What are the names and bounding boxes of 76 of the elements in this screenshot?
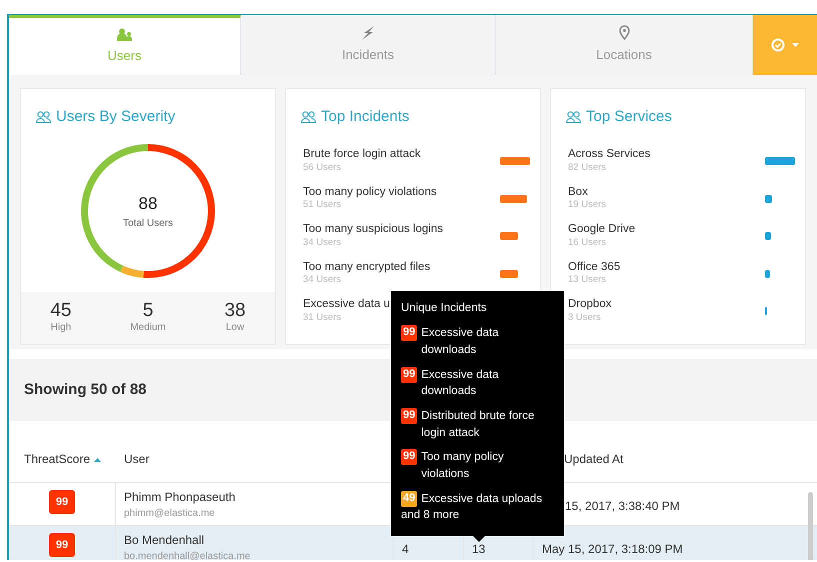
pin-icon (618, 25, 630, 40)
caret-icon (792, 43, 799, 47)
users-icon (301, 111, 316, 124)
threat-score-badge: 99 (49, 533, 75, 557)
score-badge: 99 (401, 366, 418, 383)
stat-value: 38 (224, 301, 246, 320)
item-name: Too many policy violations (303, 186, 437, 200)
user-count: 16 Users (568, 236, 608, 250)
item-name: Across Services (568, 148, 650, 162)
updated-at: 15, 2017, 3:38:40 PM (565, 498, 680, 515)
threat-score-badge: 99 (49, 490, 75, 514)
user-count: 19 Users (568, 199, 606, 212)
incident-name: Excessive data uploads (421, 492, 542, 507)
updated-at: May 15, 2017, 3:18:09 PM (542, 541, 683, 558)
column-header[interactable]: Updated At (564, 452, 624, 466)
table-row[interactable]: 99 Bo Mendenhall bo.mendenhall@elastica.me 4 13 May 15, 2017, 3:18:09 PM (9, 526, 817, 560)
stat-value: 45 (50, 301, 72, 320)
card-title: Top Incidents (321, 107, 410, 127)
card-title: Users By Severity (56, 107, 176, 127)
stat-label: Medium (130, 321, 166, 335)
item-name: Dropbox (568, 298, 612, 312)
card-title: Top Services (586, 107, 672, 127)
user-count: 56 Users (303, 162, 342, 174)
tooltip-title: Unique Incidents (401, 301, 488, 316)
item-name: Google Drive (568, 223, 636, 237)
bar (765, 232, 771, 240)
score-badge: 99 (401, 325, 418, 342)
item-name: Office 365 (568, 260, 620, 274)
item-name: Excessive data u (303, 298, 390, 312)
bar (765, 270, 770, 278)
bar (500, 232, 518, 240)
stat-value: 5 (142, 301, 154, 320)
user-email: phimm@elastica.me (124, 506, 216, 521)
incident-name: Distributed brute force login attack (421, 408, 536, 441)
more-text: and 8 more (401, 508, 460, 524)
score-badge: 99 (401, 449, 418, 466)
bar (500, 157, 530, 166)
incident-name: Excessive data downloads (421, 326, 500, 358)
scrollbar (808, 492, 813, 560)
incident-name: Excessive data downloads (421, 368, 500, 400)
item-name: Too many suspicious logins (303, 223, 443, 237)
users-icon (36, 111, 51, 124)
user-count: 13 Users (568, 274, 608, 287)
table-cell-text: 4 (402, 541, 409, 558)
score-badge: 49 (401, 490, 418, 507)
total-value: 88 (138, 194, 158, 214)
incident-name: Too many policy violations (421, 450, 505, 482)
user-name: Bo Mendenhall (124, 533, 206, 549)
user-count: 34 Users (303, 274, 342, 287)
score-badge: 99 (401, 408, 418, 424)
table-cell-text: 13 (472, 541, 486, 558)
column-header[interactable]: ThreatScore (24, 452, 90, 466)
lightning-icon (361, 26, 375, 40)
check-circle-icon (771, 38, 785, 52)
item-name: Box (568, 186, 589, 200)
bar (765, 157, 795, 166)
stat-label: Low (224, 321, 246, 335)
user-email: bo.mendenhall@elastica.me (124, 550, 250, 560)
result-count: Showing 50 of 88 (24, 380, 147, 400)
users-icon (116, 28, 132, 41)
item-name: Too many encrypted files (303, 260, 430, 274)
total-label: Total Users (122, 217, 173, 232)
user-name: Phimm Phonpaseuth (124, 490, 236, 506)
user-count: 31 Users (303, 312, 342, 324)
user-count: 82 Users (568, 162, 608, 174)
user-count: 3 Users (568, 312, 602, 324)
column-header[interactable]: User (124, 452, 150, 466)
status-dropdown-button[interactable] (753, 15, 817, 75)
user-count: 34 Users (303, 236, 342, 250)
users-icon (566, 111, 581, 124)
bar (500, 194, 528, 203)
item-name: Brute force login attack (303, 148, 421, 162)
bar (500, 270, 518, 278)
user-count: 51 Users (303, 199, 342, 212)
stat-label: High (50, 321, 72, 335)
bar (765, 194, 772, 203)
